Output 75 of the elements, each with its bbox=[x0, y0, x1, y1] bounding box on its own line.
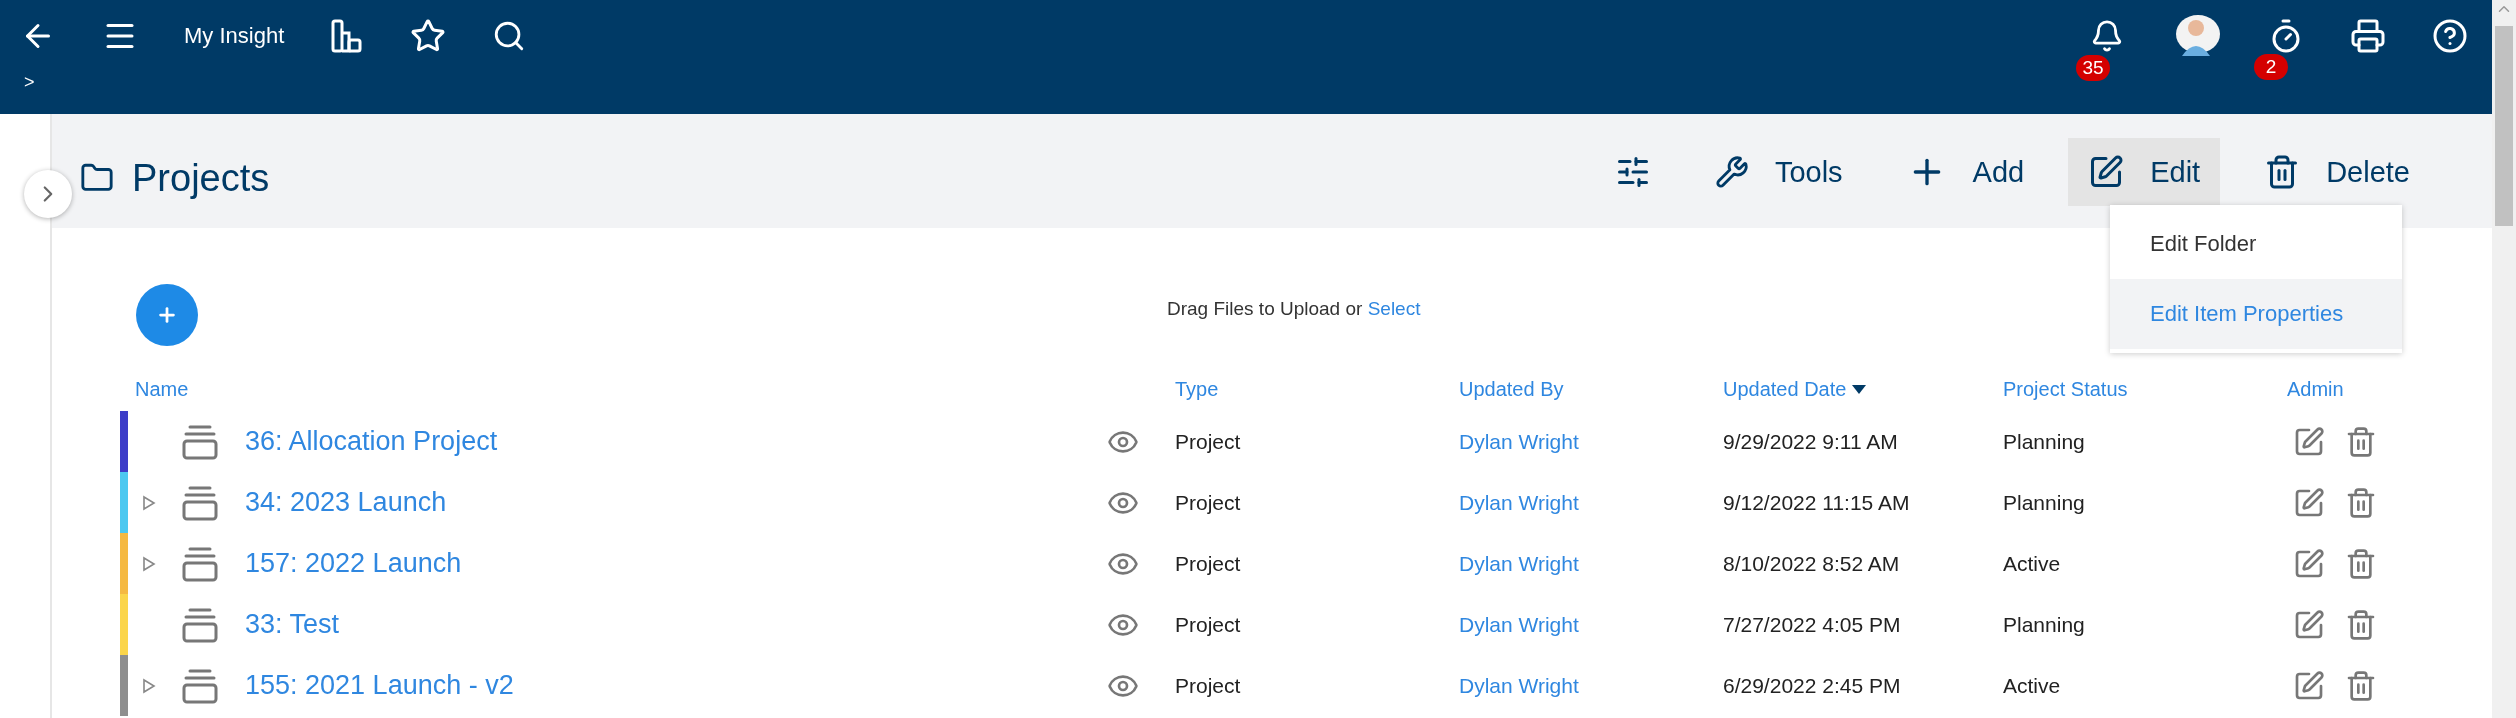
edit-row-button[interactable] bbox=[2293, 669, 2325, 702]
edit-row-button[interactable] bbox=[2293, 486, 2325, 519]
expand-icon[interactable] bbox=[142, 677, 156, 694]
status-cell-text: Active bbox=[2003, 551, 2062, 576]
column-header[interactable]: Name bbox=[120, 378, 1107, 401]
bar-chart-icon bbox=[330, 19, 365, 53]
type-cell-text: Project bbox=[1175, 551, 1242, 576]
edit-icon bbox=[2088, 154, 2125, 190]
user-link[interactable]: Dylan Wright bbox=[1459, 673, 1579, 697]
stack-icon bbox=[181, 423, 219, 460]
delete-row-button[interactable] bbox=[2345, 608, 2377, 641]
sort-icon bbox=[1852, 385, 1867, 394]
delete-row-button[interactable] bbox=[2345, 547, 2377, 580]
stack-icon bbox=[181, 606, 219, 643]
expand-icon[interactable] bbox=[142, 555, 156, 572]
menu-item[interactable]: Edit Item Properties bbox=[2110, 279, 2402, 349]
scrollbar[interactable] bbox=[2492, 0, 2516, 718]
date-cell-text: 9/29/2022 9:11 AM bbox=[1723, 429, 1899, 454]
app-title: My Insight bbox=[184, 23, 285, 49]
notifications-button[interactable] bbox=[2090, 19, 2124, 53]
add-button[interactable]: Add bbox=[1886, 138, 2045, 206]
date-cell-text: 7/27/2022 4:05 PM bbox=[1723, 612, 1902, 637]
edit-row-button[interactable] bbox=[2293, 547, 2325, 580]
user-link[interactable]: Dylan Wright bbox=[1459, 429, 1579, 453]
menu-item[interactable]: Edit Folder bbox=[2110, 209, 2402, 279]
project-link[interactable]: 155: 2021 Launch - v2 bbox=[245, 670, 514, 700]
expand-icon[interactable] bbox=[142, 494, 156, 511]
print-button[interactable] bbox=[2350, 18, 2386, 54]
project-link[interactable]: 33: Test bbox=[245, 609, 340, 639]
help-button[interactable] bbox=[2432, 18, 2468, 54]
column-header[interactable]: Admin bbox=[2287, 378, 2492, 401]
type-cell-text: Project bbox=[1175, 673, 1242, 698]
user-link[interactable]: Dylan Wright bbox=[1459, 612, 1579, 636]
user-link[interactable]: Dylan Wright bbox=[1459, 551, 1579, 575]
plus-icon bbox=[156, 304, 178, 326]
delete-button[interactable]: Delete bbox=[2244, 138, 2430, 206]
delete-row-button[interactable] bbox=[2345, 669, 2377, 702]
user-link[interactable]: Dylan Wright bbox=[1459, 490, 1579, 514]
column-header[interactable]: Updated By bbox=[1459, 378, 1723, 401]
date-cell-text: 9/12/2022 11:15 AM bbox=[1723, 490, 1911, 515]
status-cell-text: Planning bbox=[2003, 612, 2086, 637]
delete-row-button[interactable] bbox=[2345, 425, 2377, 458]
date-cell-text: 6/29/2022 2:45 PM bbox=[1723, 673, 1902, 698]
edit-row-button[interactable] bbox=[2293, 608, 2325, 641]
project-link[interactable]: 36: Allocation Project bbox=[245, 426, 498, 456]
column-header[interactable]: Type bbox=[1175, 378, 1459, 401]
stack-icon bbox=[181, 667, 219, 704]
tools-button[interactable]: Tools bbox=[1694, 138, 1863, 206]
reports-button[interactable] bbox=[330, 19, 365, 53]
type-cell-text: Project bbox=[1175, 612, 1242, 637]
project-link[interactable]: 34: 2023 Launch bbox=[245, 487, 447, 517]
sidebar-toggle[interactable] bbox=[24, 170, 72, 218]
type-cell-text: Project bbox=[1175, 490, 1242, 515]
column-header[interactable]: Project Status bbox=[2003, 378, 2287, 401]
favorites-button[interactable] bbox=[410, 18, 447, 54]
scrollbar-thumb[interactable] bbox=[2495, 26, 2513, 226]
stack-icon bbox=[181, 484, 219, 521]
stack-icon bbox=[181, 545, 219, 582]
upload-hint: Drag Files to Upload or Select bbox=[1167, 298, 1421, 320]
delete-row-button[interactable] bbox=[2345, 486, 2377, 519]
breadcrumb[interactable]: > bbox=[24, 72, 35, 93]
page-title: Projects bbox=[132, 156, 270, 200]
notification-badge: 35 bbox=[2076, 55, 2110, 81]
timer-badge: 2 bbox=[2254, 54, 2288, 80]
status-cell-text: Planning bbox=[2003, 490, 2086, 515]
column-header[interactable]: Updated Date bbox=[1723, 378, 2003, 401]
status-cell-text: Active bbox=[2003, 673, 2062, 698]
edit-button[interactable]: Edit bbox=[2068, 138, 2221, 206]
status-cell-text: Planning bbox=[2003, 429, 2086, 454]
wrench-icon bbox=[1714, 155, 1749, 189]
select-link[interactable]: Select bbox=[1367, 298, 1421, 319]
type-cell-text: Project bbox=[1175, 429, 1242, 454]
date-cell-text: 8/10/2022 8:52 AM bbox=[1723, 551, 1901, 576]
edit-row-button[interactable] bbox=[2293, 425, 2325, 458]
project-link[interactable]: 157: 2022 Launch bbox=[245, 548, 462, 578]
